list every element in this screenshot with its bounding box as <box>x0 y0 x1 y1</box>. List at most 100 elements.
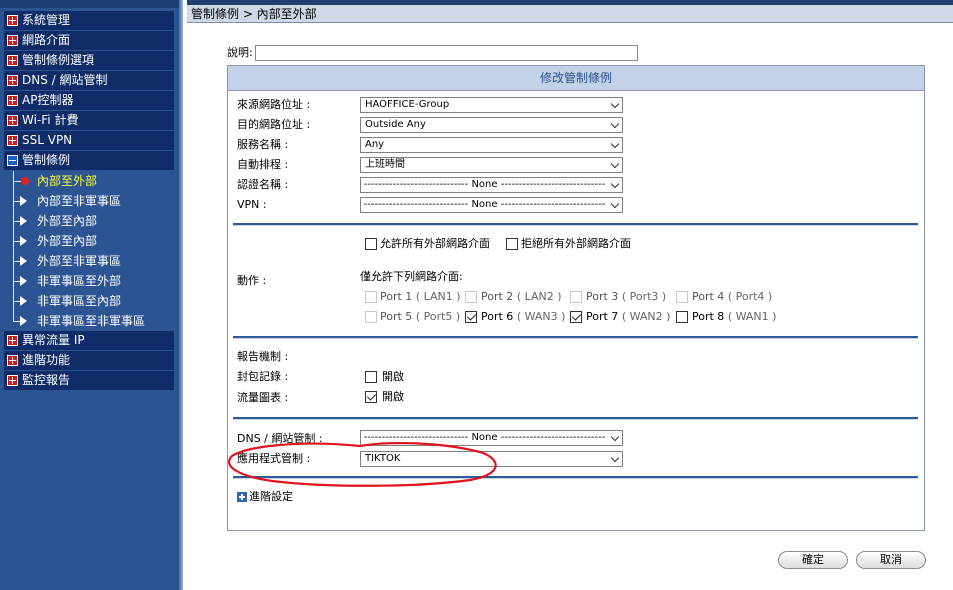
port8-checkbox[interactable] <box>676 311 688 323</box>
sidebar-subitem-dmz-to-dmz[interactable]: 非軍事區至非軍事區 <box>4 311 174 331</box>
arrow-right-icon <box>20 196 27 206</box>
sidebar-item-system[interactable]: 系統管理 <box>4 11 174 30</box>
port1-label: Port 1 ( LAN1 ) <box>380 290 461 303</box>
arrow-right-icon <box>20 296 27 306</box>
service-label: 服務名稱 : <box>237 138 289 151</box>
expand-icon <box>7 115 18 126</box>
tree-branch <box>13 181 21 182</box>
sidebar-item-network[interactable]: 網路介面 <box>4 31 174 50</box>
select-value: ----------------------------- None -----… <box>363 432 606 443</box>
sidebar-subitem-external-to-dmz[interactable]: 外部至非軍事區 <box>4 251 174 271</box>
sidebar-subitem-external-to-internal-a[interactable]: 外部至內部 <box>4 211 174 231</box>
sidebar-item-anomaly-ip[interactable]: 異常流量 IP <box>4 331 174 350</box>
chevron-down-icon <box>610 453 620 463</box>
port4-checkbox[interactable] <box>676 291 688 303</box>
port2-label: Port 2 ( LAN2 ) <box>481 290 562 303</box>
sidebar-subitem-external-to-internal-b[interactable]: 外部至內部 <box>4 231 174 251</box>
port4-label: Port 4 ( Port4 ) <box>692 290 773 303</box>
sidebar-subitem-internal-to-external[interactable]: 內部至外部 <box>4 171 174 191</box>
ok-button[interactable]: 確定 <box>778 551 848 569</box>
sidebar-subitem-label: 外部至內部 <box>37 234 98 248</box>
select-value: Outside Any <box>365 119 426 130</box>
app-control-select[interactable]: TIKTOK <box>360 451 623 467</box>
source-address-select[interactable]: HAOFFICE-Group <box>360 97 623 113</box>
report-label: 報告機制 : <box>237 350 289 363</box>
description-label: 說明: <box>227 46 253 59</box>
sidebar-subitem-label: 非軍事區至外部 <box>37 274 122 288</box>
sidebar-subitem-dmz-to-external[interactable]: 非軍事區至外部 <box>4 271 174 291</box>
description-input[interactable] <box>255 45 638 61</box>
expand-icon <box>7 355 18 366</box>
advanced-settings-link[interactable]: 進階設定 <box>249 490 293 504</box>
packet-log-checkbox[interactable] <box>365 371 377 383</box>
sidebar-subitem-label: 非軍事區至非軍事區 <box>37 314 146 328</box>
cancel-button[interactable]: 取消 <box>856 551 926 569</box>
port6-checkbox[interactable] <box>465 311 477 323</box>
sidebar-item-policy[interactable]: 管制條例 <box>4 151 174 170</box>
sidebar-subitem-label: 內部至非軍事區 <box>37 194 122 208</box>
deny-all-checkbox[interactable] <box>506 238 518 250</box>
sidebar-item-label: Wi-Fi 計費 <box>22 113 79 127</box>
schedule-label: 自動排程 : <box>237 158 289 171</box>
panel-title: 修改管制條例 <box>228 66 924 91</box>
sidebar-item-wifi-billing[interactable]: Wi-Fi 計費 <box>4 111 174 130</box>
expand-icon <box>7 335 18 346</box>
flow-chart-option: 開啟 <box>382 390 404 403</box>
sidebar-item-advanced[interactable]: 進階功能 <box>4 351 174 370</box>
select-value: HAOFFICE-Group <box>365 99 450 110</box>
port8-label: Port 8 ( WAN1 ) <box>692 310 777 323</box>
vpn-select[interactable]: ----------------------------- None -----… <box>360 197 623 213</box>
sidebar-item-label: SSL VPN <box>22 133 73 147</box>
expand-icon <box>7 35 18 46</box>
sidebar-item-label: AP控制器 <box>22 93 74 107</box>
sidebar-item-label: 管制條例 <box>22 153 71 167</box>
dns-select[interactable]: ----------------------------- None -----… <box>360 430 623 446</box>
auth-select[interactable]: ----------------------------- None -----… <box>360 177 623 193</box>
arrow-right-icon <box>20 216 27 226</box>
chevron-down-icon <box>610 199 620 209</box>
port3-checkbox[interactable] <box>570 291 582 303</box>
sidebar-item-policy-options[interactable]: 管制條例選項 <box>4 51 174 70</box>
destination-address-select[interactable]: Outside Any <box>360 117 623 133</box>
sidebar-edge <box>179 0 183 590</box>
expand-plus-icon[interactable] <box>237 492 247 502</box>
header-top-band <box>187 0 953 5</box>
sidebar-item-ssl-vpn[interactable]: SSL VPN <box>4 131 174 150</box>
action-label: 動作 : <box>237 274 267 287</box>
port2-checkbox[interactable] <box>465 291 477 303</box>
chevron-down-icon <box>610 99 620 109</box>
allow-below-label: 僅允許下列網路介面: <box>360 270 463 283</box>
select-value: Any <box>365 139 385 150</box>
port7-label: Port 7 ( WAN2 ) <box>586 310 671 323</box>
flow-chart-checkbox[interactable] <box>365 391 377 403</box>
service-select[interactable]: Any <box>360 137 623 153</box>
schedule-select[interactable]: 上班時間 <box>360 157 623 173</box>
sidebar-item-ap-controller[interactable]: AP控制器 <box>4 91 174 110</box>
sidebar-item-monitor-report[interactable]: 監控報告 <box>4 371 174 390</box>
sidebar-item-label: 管制條例選項 <box>22 53 95 67</box>
sidebar-top-strip <box>0 0 183 8</box>
chevron-down-icon <box>610 119 620 129</box>
header-bar: 管制條例 > 內部至外部 <box>187 0 953 23</box>
destination-address-label: 目的網路位址 : <box>237 118 311 131</box>
arrow-right-icon <box>20 236 27 246</box>
chevron-down-icon <box>610 432 620 442</box>
allow-all-checkbox[interactable] <box>365 238 377 250</box>
packet-log-option: 開啟 <box>382 370 404 383</box>
sidebar-item-label: 系統管理 <box>22 13 71 27</box>
port1-checkbox[interactable] <box>365 291 377 303</box>
sidebar-subitem-label: 非軍事區至內部 <box>37 294 122 308</box>
sidebar-subitem-dmz-to-internal[interactable]: 非軍事區至內部 <box>4 291 174 311</box>
sidebar-item-label: 進階功能 <box>22 353 71 367</box>
app-control-label: 應用程式管制 : <box>237 452 311 465</box>
sidebar-item-dns[interactable]: DNS / 網站管制 <box>4 71 174 90</box>
sidebar-item-label: 監控報告 <box>22 373 71 387</box>
allow-all-label: 允許所有外部網路介面 <box>380 237 490 250</box>
source-address-label: 來源網路位址 : <box>237 98 311 111</box>
port5-checkbox[interactable] <box>365 311 377 323</box>
select-value: 上班時間 <box>365 159 405 170</box>
sidebar-subitem-internal-to-dmz[interactable]: 內部至非軍事區 <box>4 191 174 211</box>
sidebar-menu: 系統管理 網路介面 管制條例選項 DNS / 網站管制 AP控制器 Wi-Fi … <box>4 11 174 391</box>
port7-checkbox[interactable] <box>570 311 582 323</box>
arrow-right-icon <box>20 316 27 326</box>
